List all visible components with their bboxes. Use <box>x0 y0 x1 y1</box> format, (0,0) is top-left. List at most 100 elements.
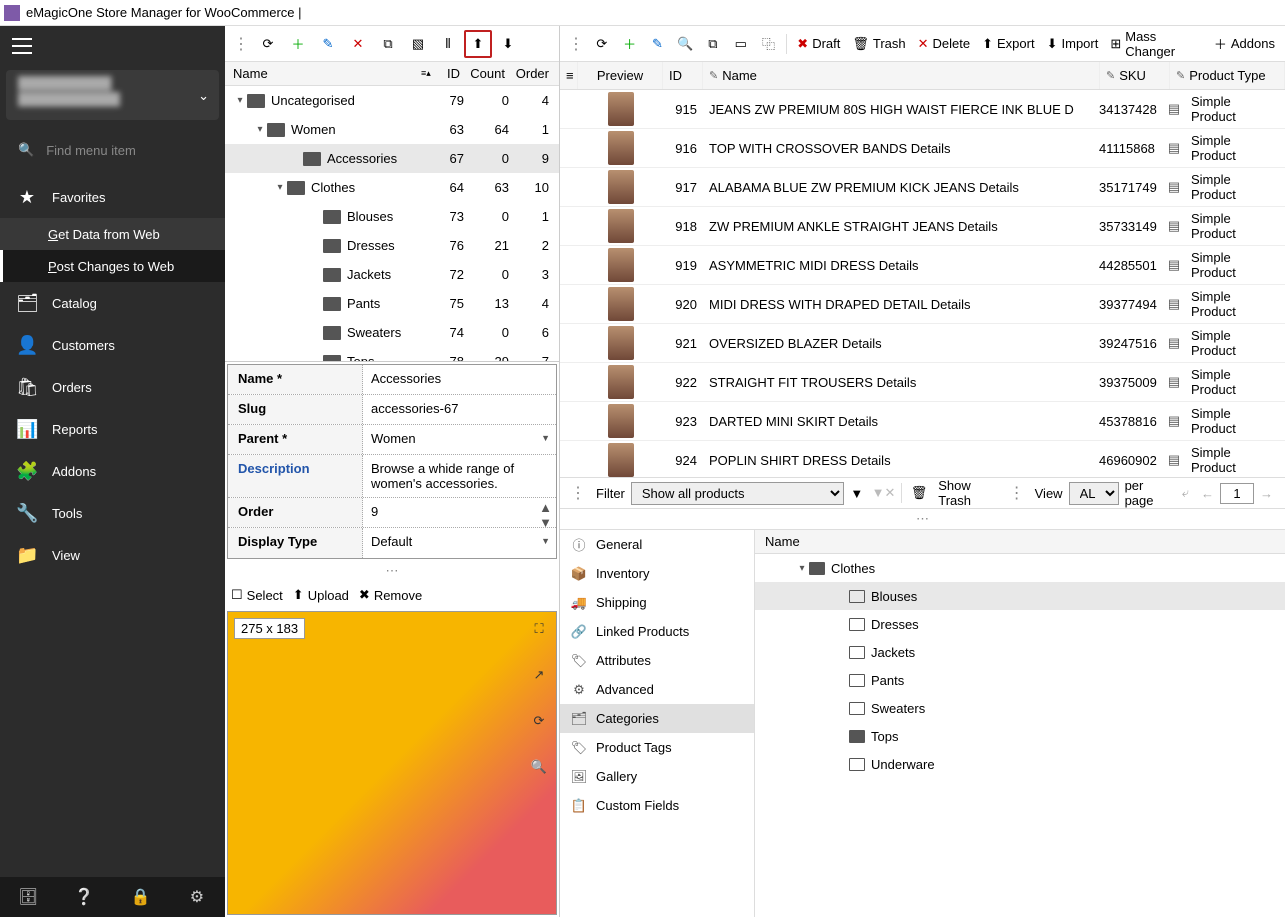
tree-row[interactable]: Tops <box>755 722 1285 750</box>
tab[interactable]: 🔗Linked Products <box>560 617 754 646</box>
expand-toggle[interactable]: ▾ <box>253 124 267 135</box>
export-button[interactable]: ⬆Export <box>976 30 1040 58</box>
category-row[interactable]: Blouses 73 0 1 <box>225 202 559 231</box>
remove-image-button[interactable]: ✖Remove <box>359 587 422 603</box>
menu-search[interactable]: 🔍 Find menu item <box>6 134 219 166</box>
category-row[interactable]: Sweaters 74 0 6 <box>225 318 559 347</box>
copy-button[interactable]: ⧉ <box>700 30 726 58</box>
category-row[interactable]: Jackets 72 0 3 <box>225 260 559 289</box>
next-page[interactable]: → <box>1254 486 1279 501</box>
product-row[interactable]: 915 JEANS ZW PREMIUM 80S HIGH WAIST FIER… <box>560 90 1285 129</box>
tree-row[interactable]: Blouses <box>755 582 1285 610</box>
clear-button[interactable]: ▧ <box>404 30 432 58</box>
order-input[interactable]: 9▲▼ <box>363 498 556 527</box>
select-image-button[interactable]: ☐Select <box>231 587 283 603</box>
sidebar-item[interactable]: ★Favorites <box>0 176 225 218</box>
tab[interactable]: ⓘGeneral <box>560 530 754 559</box>
product-row[interactable]: 920 MIDI DRESS WITH DRAPED DETAIL Detail… <box>560 285 1285 324</box>
mass-changer-button[interactable]: ⊞Mass Changer <box>1104 30 1208 58</box>
sidebar-item[interactable]: 🛍Orders <box>0 366 225 408</box>
tree-row[interactable]: Dresses <box>755 610 1285 638</box>
product-row[interactable]: 919 ASYMMETRIC MIDI DRESS Details 442855… <box>560 246 1285 285</box>
display-type-select[interactable]: Default▼ <box>363 528 556 558</box>
grip-icon[interactable]: ≡ <box>560 62 578 89</box>
category-row[interactable]: ▾ Uncategorised 79 0 4 <box>225 86 559 115</box>
product-row[interactable]: 921 OVERSIZED BLAZER Details 39247516 ▤ … <box>560 324 1285 363</box>
export-button[interactable]: ⬆ <box>464 30 492 58</box>
archive-icon[interactable]: 🗄 <box>0 877 56 917</box>
import-button[interactable]: ⬇ <box>494 30 522 58</box>
tree-row[interactable]: ▾ Clothes <box>755 554 1285 582</box>
tree-row[interactable]: Jackets <box>755 638 1285 666</box>
tree-row[interactable]: Underware <box>755 750 1285 778</box>
menu-toggle[interactable] <box>12 38 32 54</box>
grip-icon[interactable]: ⋮ <box>229 34 253 54</box>
product-row[interactable]: 917 ALABAMA BLUE ZW PREMIUM KICK JEANS D… <box>560 168 1285 207</box>
lock-icon[interactable]: 🔒 <box>113 877 169 917</box>
sidebar-item[interactable]: 📊Reports <box>0 408 225 450</box>
expand-toggle[interactable]: ▾ <box>795 563 809 574</box>
more-icon[interactable]: ⋯ <box>225 561 559 581</box>
expand-icon[interactable]: ⛶ <box>528 618 550 640</box>
upload-image-button[interactable]: ⬆Upload <box>293 587 349 603</box>
sidebar-item[interactable]: 🔧Tools <box>0 492 225 534</box>
tab[interactable]: 🚚Shipping <box>560 588 754 617</box>
product-row[interactable]: 918 ZW PREMIUM ANKLE STRAIGHT JEANS Deta… <box>560 207 1285 246</box>
category-row[interactable]: Tops 78 29 7 <box>225 347 559 362</box>
addons-button[interactable]: ＋Addons <box>1208 30 1281 58</box>
import-button[interactable]: ⬇Import <box>1041 30 1105 58</box>
page-input[interactable] <box>1220 483 1254 504</box>
filter-icon[interactable]: ▼ <box>845 479 870 507</box>
draft-button[interactable]: ✖Draft <box>791 30 846 58</box>
sidebar-item[interactable]: 👤Customers <box>0 324 225 366</box>
slug-input[interactable]: accessories-67 <box>363 395 556 424</box>
sidebar-item[interactable]: 📁View <box>0 534 225 576</box>
product-row[interactable]: 923 DARTED MINI SKIRT Details 45378816 ▤… <box>560 402 1285 441</box>
trash-icon[interactable]: 🗑 <box>907 479 932 507</box>
edit-button[interactable]: ✎ <box>314 30 342 58</box>
add-button[interactable]: ＋ <box>617 30 643 58</box>
tab[interactable]: 🏷Attributes <box>560 646 754 675</box>
expand-toggle[interactable]: ▾ <box>233 95 247 106</box>
sidebar-subitem[interactable]: Get Data from Web <box>0 218 225 250</box>
category-row[interactable]: ▾ Clothes 64 63 10 <box>225 173 559 202</box>
tab[interactable]: ⚙Advanced <box>560 675 754 704</box>
prev-page[interactable]: ← <box>1195 486 1220 501</box>
gear-icon[interactable]: ⚙ <box>169 877 225 917</box>
sidebar-item[interactable]: 🧩Addons <box>0 450 225 492</box>
category-row[interactable]: ▾ Women 63 64 1 <box>225 115 559 144</box>
product-row[interactable]: 924 POPLIN SHIRT DRESS Details 46960902 … <box>560 441 1285 477</box>
tree-row[interactable]: Pants <box>755 666 1285 694</box>
tab[interactable]: 🗂Categories <box>560 704 754 733</box>
open-icon[interactable]: ↗ <box>528 664 550 686</box>
refresh-button[interactable]: ⟳ <box>589 30 615 58</box>
columns-button[interactable]: ⦀ <box>434 30 462 58</box>
add-button[interactable]: ＋ <box>284 30 312 58</box>
zoom-icon[interactable]: 🔍 <box>528 756 550 778</box>
clone-button[interactable]: ⿻ <box>756 30 782 58</box>
expand-toggle[interactable]: ▾ <box>273 182 287 193</box>
more-icon[interactable]: ⋯ <box>560 509 1285 529</box>
refresh-button[interactable]: ⟳ <box>254 30 282 58</box>
sidebar-subitem[interactable]: Post Changes to Web <box>0 250 225 282</box>
store-selector[interactable]: ███████████ ████████████ ⌄ <box>6 70 219 120</box>
description-input[interactable]: Browse a whide range of women's accessor… <box>363 455 556 497</box>
trash-button[interactable]: 🗑Trash <box>846 30 911 58</box>
delete-button[interactable]: ✕Delete <box>912 30 976 58</box>
search-button[interactable]: 🔍 <box>672 30 698 58</box>
sort-icon[interactable]: ≡▴ <box>417 68 429 79</box>
category-row[interactable]: Pants 75 13 4 <box>225 289 559 318</box>
name-input[interactable]: Accessories <box>363 365 556 394</box>
clear-filter-icon[interactable]: ▼✕ <box>871 479 896 507</box>
paste-button[interactable]: ▭ <box>728 30 754 58</box>
product-row[interactable]: 916 TOP WITH CROSSOVER BANDS Details 411… <box>560 129 1285 168</box>
product-row[interactable]: 922 STRAIGHT FIT TROUSERS Details 393750… <box>560 363 1285 402</box>
filter-select[interactable]: Show all products <box>631 482 844 505</box>
view-select[interactable]: ALL <box>1069 482 1119 505</box>
copy-button[interactable]: ⧉ <box>374 30 402 58</box>
sidebar-item[interactable]: 🗂Catalog <box>0 282 225 324</box>
category-row[interactable]: Accessories 67 0 9 <box>225 144 559 173</box>
delete-button[interactable]: ✕ <box>344 30 372 58</box>
grip-icon[interactable]: ⋮ <box>564 34 588 54</box>
tab[interactable]: 🖼Gallery <box>560 762 754 791</box>
